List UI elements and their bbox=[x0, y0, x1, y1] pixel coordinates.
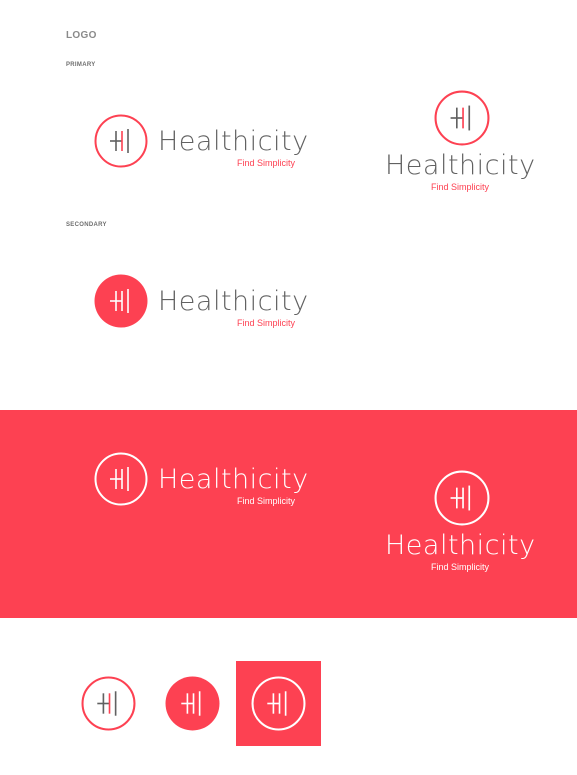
section-title-logo: LOGO bbox=[66, 30, 97, 41]
brand-tagline: Find Simplicity bbox=[237, 318, 296, 328]
brand-tagline: Find Simplicity bbox=[237, 158, 296, 168]
h-circle-mark-icon bbox=[94, 114, 148, 168]
primary-stacked-logo: Healthicity Find Simplicity bbox=[385, 90, 545, 195]
h-outline-mark-icon bbox=[81, 676, 136, 731]
brand-wordmark: Healthicity bbox=[158, 126, 309, 157]
reversed-stacked-logo: Healthicity Find Simplicity bbox=[385, 470, 545, 575]
brand-tagline: Find Simplicity bbox=[431, 182, 490, 192]
h-square-mark-tile bbox=[236, 661, 321, 746]
reversed-logo-band: Healthicity Find Simplicity Healthicity … bbox=[0, 410, 577, 618]
brand-wordmark: Healthicity bbox=[385, 530, 536, 561]
brand-tagline: Find Simplicity bbox=[431, 562, 490, 572]
brand-tagline: Find Simplicity bbox=[237, 496, 296, 506]
h-circle-mark-icon bbox=[434, 90, 490, 146]
secondary-horizontal-logo: Healthicity Find Simplicity bbox=[94, 274, 314, 334]
brand-wordmark: Healthicity bbox=[385, 150, 536, 181]
h-filled-mark-icon bbox=[94, 274, 148, 328]
brand-wordmark: Healthicity bbox=[158, 286, 309, 317]
primary-horizontal-logo: Healthicity Find Simplicity bbox=[94, 114, 314, 174]
section-title-primary: PRIMARY bbox=[66, 62, 96, 68]
h-filled-mark-icon bbox=[165, 676, 220, 731]
h-circle-mark-icon bbox=[434, 470, 490, 526]
section-title-secondary: SECONDARY bbox=[66, 222, 107, 228]
h-circle-mark-icon bbox=[94, 452, 148, 506]
h-circle-mark-icon bbox=[251, 676, 306, 731]
brand-wordmark: Healthicity bbox=[158, 464, 309, 495]
reversed-horizontal-logo: Healthicity Find Simplicity bbox=[94, 452, 314, 512]
